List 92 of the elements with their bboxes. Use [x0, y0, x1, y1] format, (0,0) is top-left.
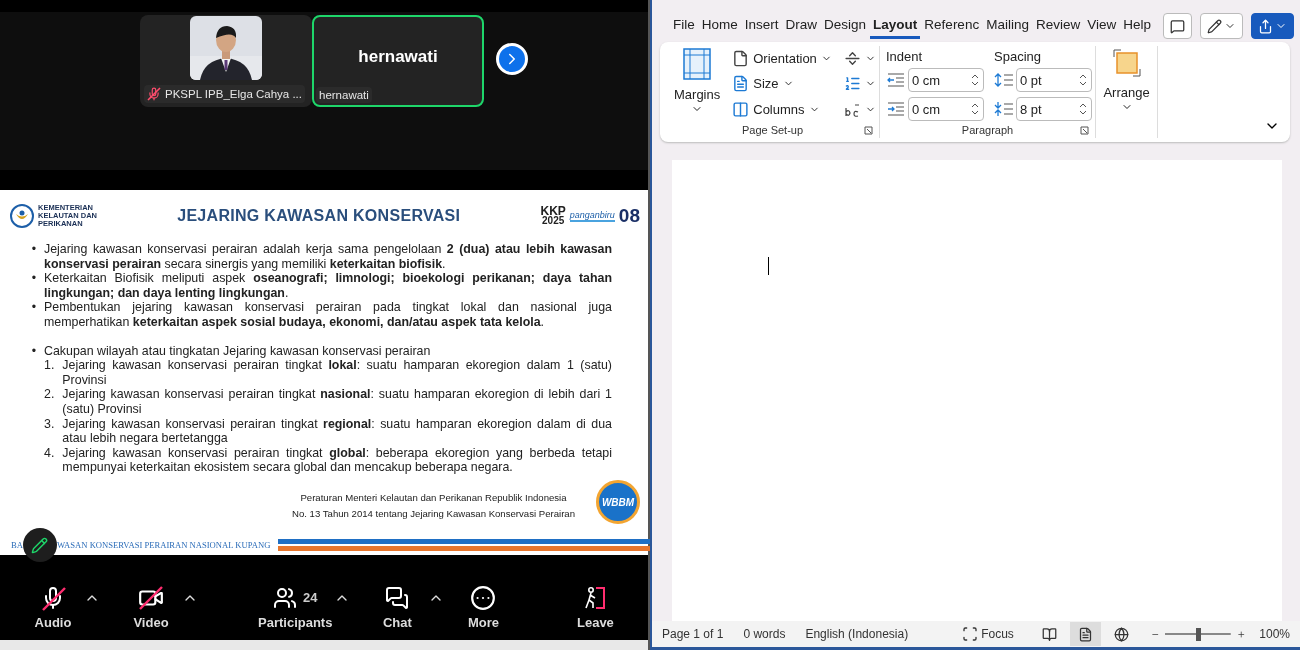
focus-icon: [962, 626, 979, 642]
zoom-level: 100%: [1259, 627, 1290, 641]
bullet-marker: •: [30, 300, 36, 317]
people-icon: [272, 585, 297, 610]
more-button[interactable]: More: [452, 584, 515, 631]
margins-button[interactable]: Margins: [672, 46, 723, 122]
share-button[interactable]: [1251, 13, 1294, 39]
editing-mode-button[interactable]: [1200, 13, 1243, 39]
indent-field[interactable]: 0 cm: [908, 68, 984, 93]
columns-button[interactable]: Columns: [730, 98, 834, 120]
footer-text: BA: [11, 540, 23, 550]
orientation-button[interactable]: Orientation: [730, 48, 834, 70]
bullet-marker: •: [30, 242, 36, 258]
spacing-field[interactable]: 0 pt: [1016, 68, 1092, 93]
page-icon: [1077, 626, 1093, 642]
ribbon-tab[interactable]: Help: [1120, 13, 1154, 39]
regulation-reference: Peraturan Menteri Kelautan dan Perikanan Republik Indonesia No. 13 Tahun 2014 tentang Jejaring Kawasan Konservasi Perairan: [292, 491, 576, 521]
more-icon: [470, 584, 497, 611]
dialog-launcher-icon: [864, 125, 873, 135]
pencil-icon: [1207, 18, 1222, 34]
word-count: 0 words: [743, 627, 786, 641]
comments-button[interactable]: [1163, 13, 1192, 39]
ribbon-tab[interactable]: Referenc: [921, 13, 983, 39]
text-cursor: [768, 257, 769, 275]
line-numbers-icon: [843, 75, 861, 93]
margins-icon: [683, 48, 712, 80]
kkp-logo: KKP 2025: [540, 206, 566, 226]
share-icon: [1258, 18, 1273, 34]
ribbon-tab[interactable]: Layout: [870, 13, 921, 39]
ministry-emblem-icon: [10, 204, 34, 228]
participants-button[interactable]: 24 Participants: [256, 584, 335, 631]
leave-button[interactable]: Leave: [564, 584, 627, 631]
print-layout-button[interactable]: [1070, 622, 1101, 646]
breaks-icon: [843, 50, 861, 68]
bullet-text: Keterkaitan Biofisik meliputi aspek oseanografi; limnologi; bioekologi perikanan; daya tahan lingkungan; dan daya lenting lingkungan.: [44, 271, 612, 301]
panganbiru-logo: panganbiru: [569, 210, 615, 222]
footer-text: WASAN KONSERVASI PERAIRAN NASIONAL KUPANG: [56, 540, 271, 550]
arrange-button[interactable]: Arrange: [1102, 46, 1151, 113]
ribbon-tab[interactable]: View: [1084, 13, 1120, 39]
group-label: Page Set-up: [672, 122, 873, 138]
indent-heading: Indent: [886, 48, 924, 64]
ribbon-tab[interactable]: Home: [698, 13, 741, 39]
next-page-button[interactable]: [496, 43, 528, 75]
bullet-text: Jejaring kawasan konservasi perairan adalah kerja sama pengelolaan 2 (dua) atau lebih kawasan konservasi perairan secara sinergis yang memiliki keterkaitan biofisik.: [44, 242, 612, 272]
indent-right-icon: [886, 72, 906, 89]
pencil-icon: [31, 536, 49, 554]
bullet-text: Cakupan wilayah atau tingkatan Jejaring kawasan konservasi perairan: [44, 343, 432, 359]
globe-icon: [1114, 626, 1130, 642]
list-number: 1.: [44, 358, 55, 375]
open-book-icon: [1041, 626, 1057, 642]
spacing-field[interactable]: 8 pt: [1016, 97, 1092, 122]
focus-button[interactable]: Focus: [956, 625, 1020, 643]
spacing-heading: Spacing: [994, 48, 1042, 64]
page-size-icon: [732, 75, 750, 93]
group-label: Paragraph: [886, 122, 1089, 138]
columns-icon: [732, 100, 750, 118]
slide-title: JEJARING KAWASAN KONSERVASI: [176, 207, 462, 225]
participant-count: 24: [302, 589, 318, 606]
indent-left-icon: [886, 101, 906, 118]
participant-name-tag: PKSPL IPB_Elga Cahya ...: [144, 85, 305, 103]
ribbon-tab[interactable]: File: [670, 13, 698, 39]
annotate-button[interactable]: [22, 528, 57, 562]
spacing-before-icon: [994, 72, 1014, 89]
bullet-marker: •: [30, 271, 36, 288]
participant-display-name: hernawati: [358, 47, 438, 67]
ribbon-tab[interactable]: Design: [821, 13, 870, 39]
page-orientation-icon: [732, 50, 750, 68]
dialog-launcher-icon: [1080, 125, 1089, 135]
ribbon-tab[interactable]: Mailing: [983, 13, 1032, 39]
list-number: 4.: [44, 445, 55, 462]
video-button[interactable]: Video: [120, 584, 182, 631]
chat-bubbles-icon: [385, 585, 410, 610]
wbbm-badge: WBBM: [596, 480, 640, 524]
ribbon-tab[interactable]: Insert: [741, 13, 782, 39]
anniversary-logo: 08: [618, 205, 640, 227]
list-number: 2.: [44, 387, 55, 404]
size-button[interactable]: Size: [730, 73, 834, 95]
chat-button[interactable]: Chat: [366, 584, 429, 631]
list-number: 3.: [44, 416, 55, 433]
language-status: English (Indonesia): [805, 627, 909, 641]
bullet-text: Pembentukan jejaring kawasan konservasi perairan pada tingkat lokal dan nasional juga memperhatikan keterkaitan aspek sosial budaya, ekonomi, dan/atau aspek tata kelola.: [44, 300, 612, 330]
ribbon-tab[interactable]: Draw: [782, 13, 821, 39]
indent-field[interactable]: 0 cm: [908, 97, 984, 122]
audio-button[interactable]: Audio: [22, 584, 84, 631]
spacing-after-icon: [994, 101, 1014, 118]
bullet-marker: •: [30, 343, 36, 360]
ribbon-tab[interactable]: Review: [1032, 13, 1084, 39]
arrange-icon: [1111, 48, 1142, 78]
participant-name-tag: hernawati: [316, 87, 372, 103]
page-count: Page 1 of 1: [662, 627, 724, 641]
list-item-text: Jejaring kawasan konservasi perairan tingkat global: beberapa ekoregion yang berbeda tetapi mempunyai keterkaitan ekosistem secara global dan mencakup beberapa negara.: [62, 445, 612, 475]
comment-icon: [1170, 18, 1185, 34]
